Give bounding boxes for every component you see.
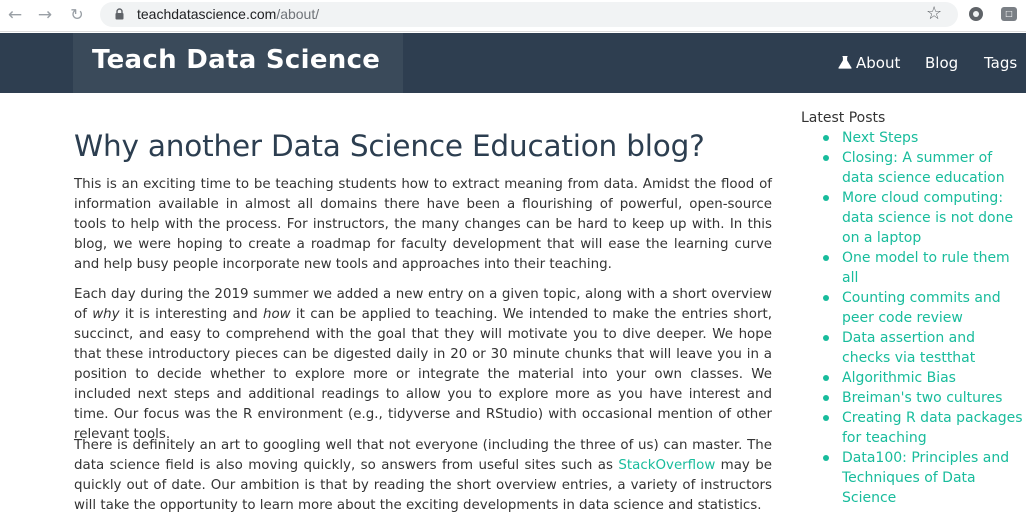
paragraph-text: it can be applied to teaching. We intend…	[74, 307, 772, 442]
post-link[interactable]: More cloud computing: data science is no…	[842, 190, 1013, 246]
site-logo[interactable]: Teach Data Science	[73, 33, 403, 93]
emphasis-why: why	[92, 307, 120, 322]
page-title: Why another Data Science Education blog?	[74, 129, 705, 163]
url-path: /about/	[276, 6, 320, 22]
extension-icon[interactable]: □	[1001, 7, 1017, 21]
post-link[interactable]: Data100: Principles and Techniques of Da…	[842, 450, 1009, 506]
flask-icon	[838, 56, 852, 69]
post-list-item: Closing: A summer of data science educat…	[823, 148, 1026, 188]
latest-posts-sidebar: Latest Posts Next Steps Closing: A summe…	[801, 108, 1026, 508]
lock-icon[interactable]	[115, 8, 124, 20]
address-bar[interactable]: teachdatascience.com/about/	[100, 2, 958, 27]
post-link[interactable]: Closing: A summer of data science educat…	[842, 150, 1005, 186]
site-logo-text[interactable]: Teach Data Science	[92, 45, 380, 75]
browser-toolbar: ← → ↻ teachdatascience.com/about/ ☆ □	[0, 0, 1026, 32]
nav-about-label: About	[856, 54, 901, 72]
post-list-item: One model to rule them all	[823, 248, 1026, 288]
post-link[interactable]: Algorithmic Bias	[842, 370, 956, 386]
post-list-item: More cloud computing: data science is no…	[823, 188, 1026, 248]
reload-icon[interactable]: ↻	[66, 4, 88, 26]
site-header: Teach Data Science About Blog Tags	[0, 33, 1026, 93]
post-link[interactable]: Counting commits and peer code review	[842, 290, 1001, 326]
post-link[interactable]: Creating R data packages for teaching	[842, 410, 1023, 446]
star-icon[interactable]: ☆	[926, 3, 942, 25]
googling-paragraph: There is definitely an art to googling w…	[74, 436, 772, 516]
url-host: teachdatascience.com	[137, 6, 277, 22]
paragraph-text: it is interesting and	[119, 307, 263, 322]
summer-paragraph: Each day during the 2019 summer we added…	[74, 285, 772, 445]
nav-about-link[interactable]: About	[838, 54, 900, 72]
post-list-item: Counting commits and peer code review	[823, 288, 1026, 328]
forward-arrow-icon[interactable]: →	[34, 4, 56, 26]
post-list-item: Breiman's two cultures	[823, 388, 1026, 408]
stackoverflow-link[interactable]: StackOverflow	[618, 458, 715, 473]
url-text[interactable]: teachdatascience.com/about/	[137, 6, 319, 22]
post-list-item: Creating R data packages for teaching	[823, 408, 1026, 448]
post-list-item: Next Steps	[823, 128, 1026, 148]
emphasis-how: how	[263, 307, 291, 322]
latest-posts-list: Next Steps Closing: A summer of data sci…	[823, 128, 1026, 508]
post-link[interactable]: Data assertion and checks via testthat	[842, 330, 975, 366]
sidebar-title: Latest Posts	[801, 110, 886, 126]
post-link[interactable]: One model to rule them all	[842, 250, 1010, 286]
extension-icon[interactable]	[969, 7, 983, 21]
nav-blog-link[interactable]: Blog	[925, 54, 958, 72]
back-arrow-icon[interactable]: ←	[4, 4, 26, 26]
post-link[interactable]: Breiman's two cultures	[842, 390, 1002, 406]
post-list-item: Data100: Principles and Techniques of Da…	[823, 448, 1026, 508]
intro-paragraph: This is an exciting time to be teaching …	[74, 177, 772, 272]
post-link[interactable]: Next Steps	[842, 130, 918, 146]
post-list-item: Algorithmic Bias	[823, 368, 1026, 388]
nav-tags-link[interactable]: Tags	[984, 54, 1017, 72]
post-list-item: Data assertion and checks via testthat	[823, 328, 1026, 368]
